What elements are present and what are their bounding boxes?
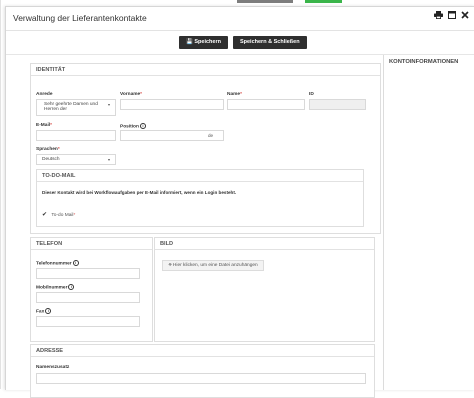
- last-name-label: Name*: [227, 92, 242, 97]
- todo-mail-message: Dieser Kontakt wird bei Workflowaufgaben…: [42, 190, 237, 195]
- todo-mail-checkbox[interactable]: ✔ To-do Mail*: [42, 211, 75, 218]
- identity-heading: IDENTITÄT: [31, 64, 380, 76]
- info-icon: i: [139, 123, 146, 129]
- chevron-down-icon: [108, 104, 110, 106]
- email-field[interactable]: [36, 130, 116, 141]
- info-icon: i: [72, 260, 79, 266]
- print-icon[interactable]: [434, 11, 443, 19]
- id-label: ID: [309, 92, 314, 97]
- save-and-close-button[interactable]: Speichern & Schließen: [232, 36, 307, 49]
- address-panel: ADRESSE Namenszusatz: [30, 344, 375, 398]
- save-button[interactable]: 💾 Speichern: [179, 36, 228, 49]
- languages-label: Sprachen*: [36, 147, 60, 152]
- fax-label: Fax i: [36, 308, 52, 314]
- close-icon[interactable]: [461, 11, 469, 19]
- attach-file-button[interactable]: ⌮ Hier klicken, um eine Datei anzuhängen: [162, 260, 264, 271]
- contact-dialog: Verwaltung der Lieferantenkontakte 💾 Spe…: [5, 6, 474, 398]
- mobile-number-label: Mobilnummer i: [36, 284, 75, 290]
- dialog-title: Verwaltung der Lieferantenkontakte: [13, 13, 147, 23]
- first-name-label: Vorname*: [120, 92, 143, 97]
- languages-select[interactable]: Deutsch: [36, 154, 116, 165]
- mobile-number-input[interactable]: [36, 292, 140, 303]
- phone-heading: TELEFON: [31, 238, 152, 250]
- salutation-select[interactable]: Sehr geehrte Damen und Herren der: [36, 99, 116, 116]
- action-toolbar: 💾 Speichern Speichern & Schließen: [179, 36, 307, 49]
- position-language-suffix: de: [208, 133, 214, 138]
- top-strip-tab-gray: [237, 0, 293, 3]
- phone-number-input[interactable]: [36, 268, 140, 279]
- phone-number-label: Telefonnummer i: [36, 260, 79, 266]
- info-icon: i: [68, 284, 75, 290]
- sidebar-divider: [383, 55, 384, 390]
- background-edge: [0, 0, 1, 389]
- image-panel: BILD ⌮ Hier klicken, um eine Datei anzuh…: [154, 237, 375, 342]
- fax-input[interactable]: [36, 316, 140, 327]
- todo-mail-heading: TO-DO-MAIL: [37, 170, 363, 182]
- address-heading: ADRESSE: [31, 345, 374, 357]
- languages-value: Deutsch: [42, 157, 60, 162]
- window-controls: [434, 11, 469, 19]
- position-label: Position i: [120, 123, 146, 129]
- email-label: E-Mail*: [36, 123, 53, 128]
- checkmark-icon: ✔: [42, 212, 48, 218]
- chevron-down-icon: [108, 159, 110, 161]
- phone-panel: TELEFON Telefonnummer i Mobilnummer i Fax i: [30, 237, 153, 342]
- info-icon: i: [45, 308, 52, 314]
- image-heading: BILD: [155, 238, 374, 250]
- id-field: [309, 99, 366, 110]
- maximize-icon[interactable]: [448, 11, 456, 19]
- todo-mail-checkbox-label: To-do Mail: [51, 213, 74, 218]
- first-name-input[interactable]: [120, 99, 224, 110]
- todo-mail-panel: TO-DO-MAIL Dieser Kontakt wird bei Workf…: [36, 169, 364, 227]
- top-strip-tab-green: [305, 0, 342, 3]
- attach-file-label: Hier klicken, um eine Datei anzuhängen: [172, 263, 258, 268]
- account-info-heading: KONTOINFORMATIONEN: [389, 59, 459, 65]
- name-suffix-input[interactable]: [36, 373, 366, 384]
- salutation-label: Anrede: [36, 92, 53, 97]
- title-divider: [6, 30, 474, 31]
- toolbar-divider: [6, 54, 474, 55]
- name-suffix-label: Namenszusatz: [36, 365, 70, 370]
- paperclip-icon: ⌮: [168, 263, 172, 268]
- position-input[interactable]: de: [120, 130, 224, 141]
- salutation-value: Sehr geehrte Damen und Herren der: [44, 102, 98, 113]
- identity-panel: IDENTITÄT Anrede Sehr geehrte Damen und …: [30, 63, 381, 234]
- last-name-input[interactable]: [227, 99, 305, 110]
